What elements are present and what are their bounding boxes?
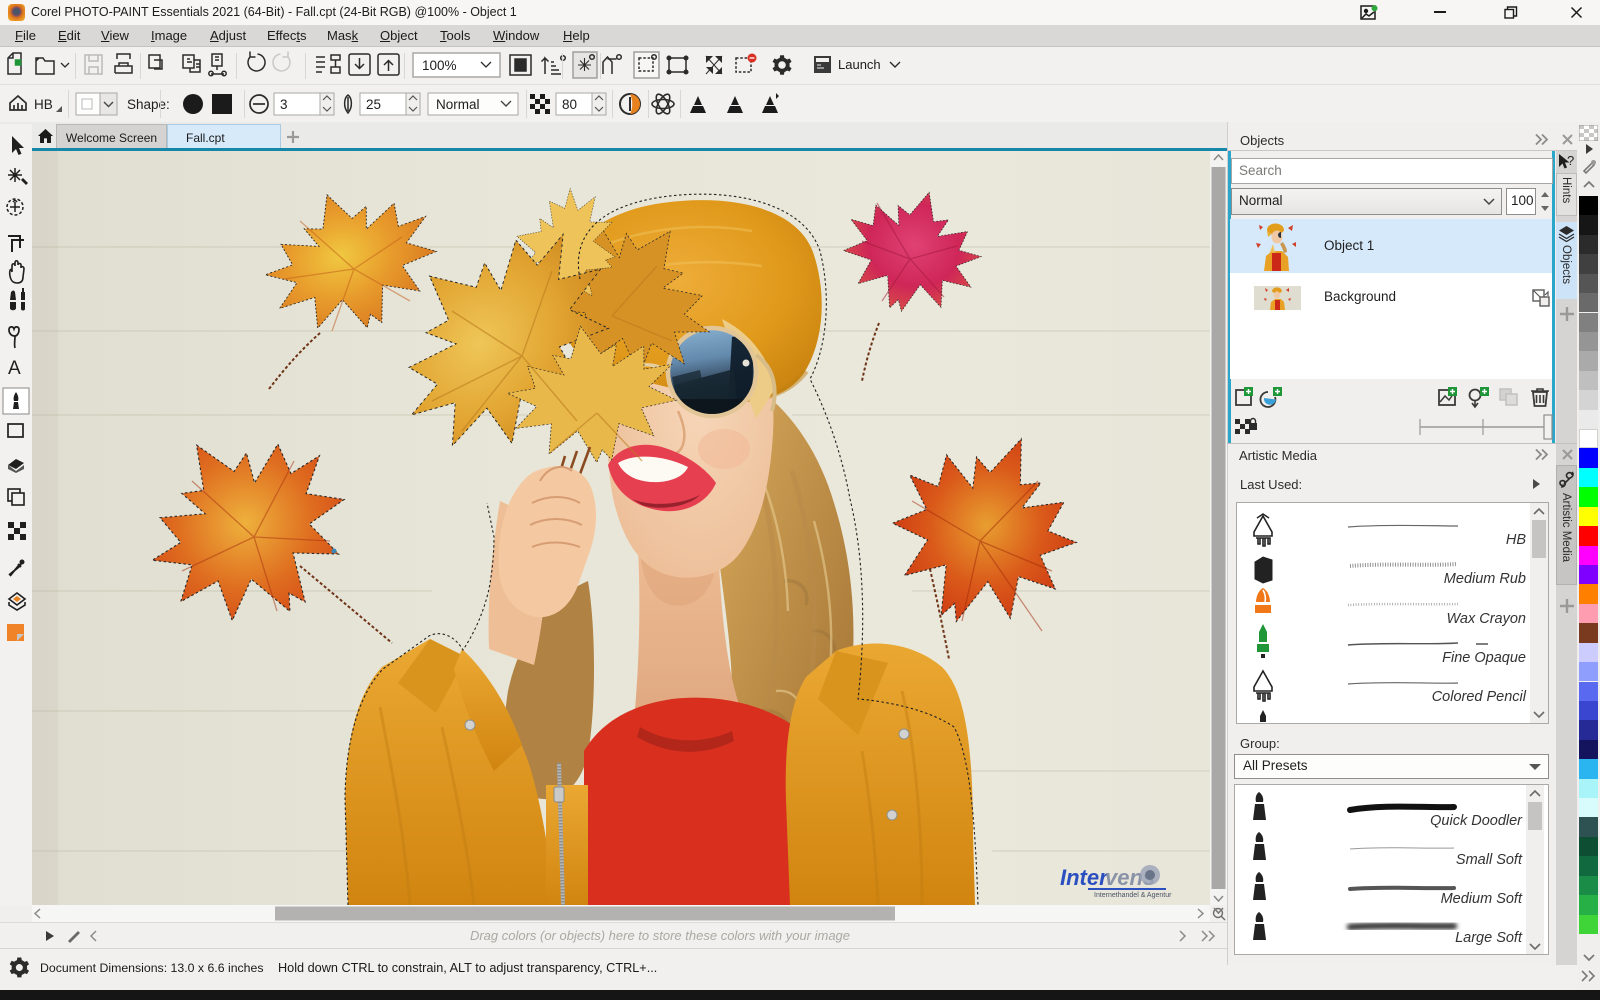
svg-text:3: 3 xyxy=(280,97,288,112)
svg-text:HB: HB xyxy=(1506,532,1526,548)
svg-text:Internethandel & Agentur: Internethandel & Agentur xyxy=(1094,892,1172,899)
svg-text:Colored Pencil: Colored Pencil xyxy=(1432,689,1527,705)
svg-text:25: 25 xyxy=(366,97,381,112)
svg-text:Small Soft: Small Soft xyxy=(1456,852,1523,868)
svg-text:Large Soft: Large Soft xyxy=(1455,930,1523,946)
svg-text:Medium Rub: Medium Rub xyxy=(1444,571,1526,587)
svg-text:Shape:: Shape: xyxy=(127,97,170,112)
svg-text:100%: 100% xyxy=(422,58,457,73)
svg-text:Fine Opaque: Fine Opaque xyxy=(1442,650,1526,666)
svg-text:Wax Crayon: Wax Crayon xyxy=(1446,611,1526,627)
svg-text:HB: HB xyxy=(34,97,53,112)
svg-text:A: A xyxy=(8,358,21,379)
svg-text:80: 80 xyxy=(562,97,577,112)
svg-text:Medium Soft: Medium Soft xyxy=(1441,891,1523,907)
svg-text:Inter: Inter xyxy=(1060,865,1109,890)
svg-text:Launch: Launch xyxy=(838,57,881,72)
svg-text:?: ? xyxy=(1567,153,1574,168)
svg-text:Normal: Normal xyxy=(436,97,480,112)
svg-text:Quick Doodler: Quick Doodler xyxy=(1430,813,1523,829)
